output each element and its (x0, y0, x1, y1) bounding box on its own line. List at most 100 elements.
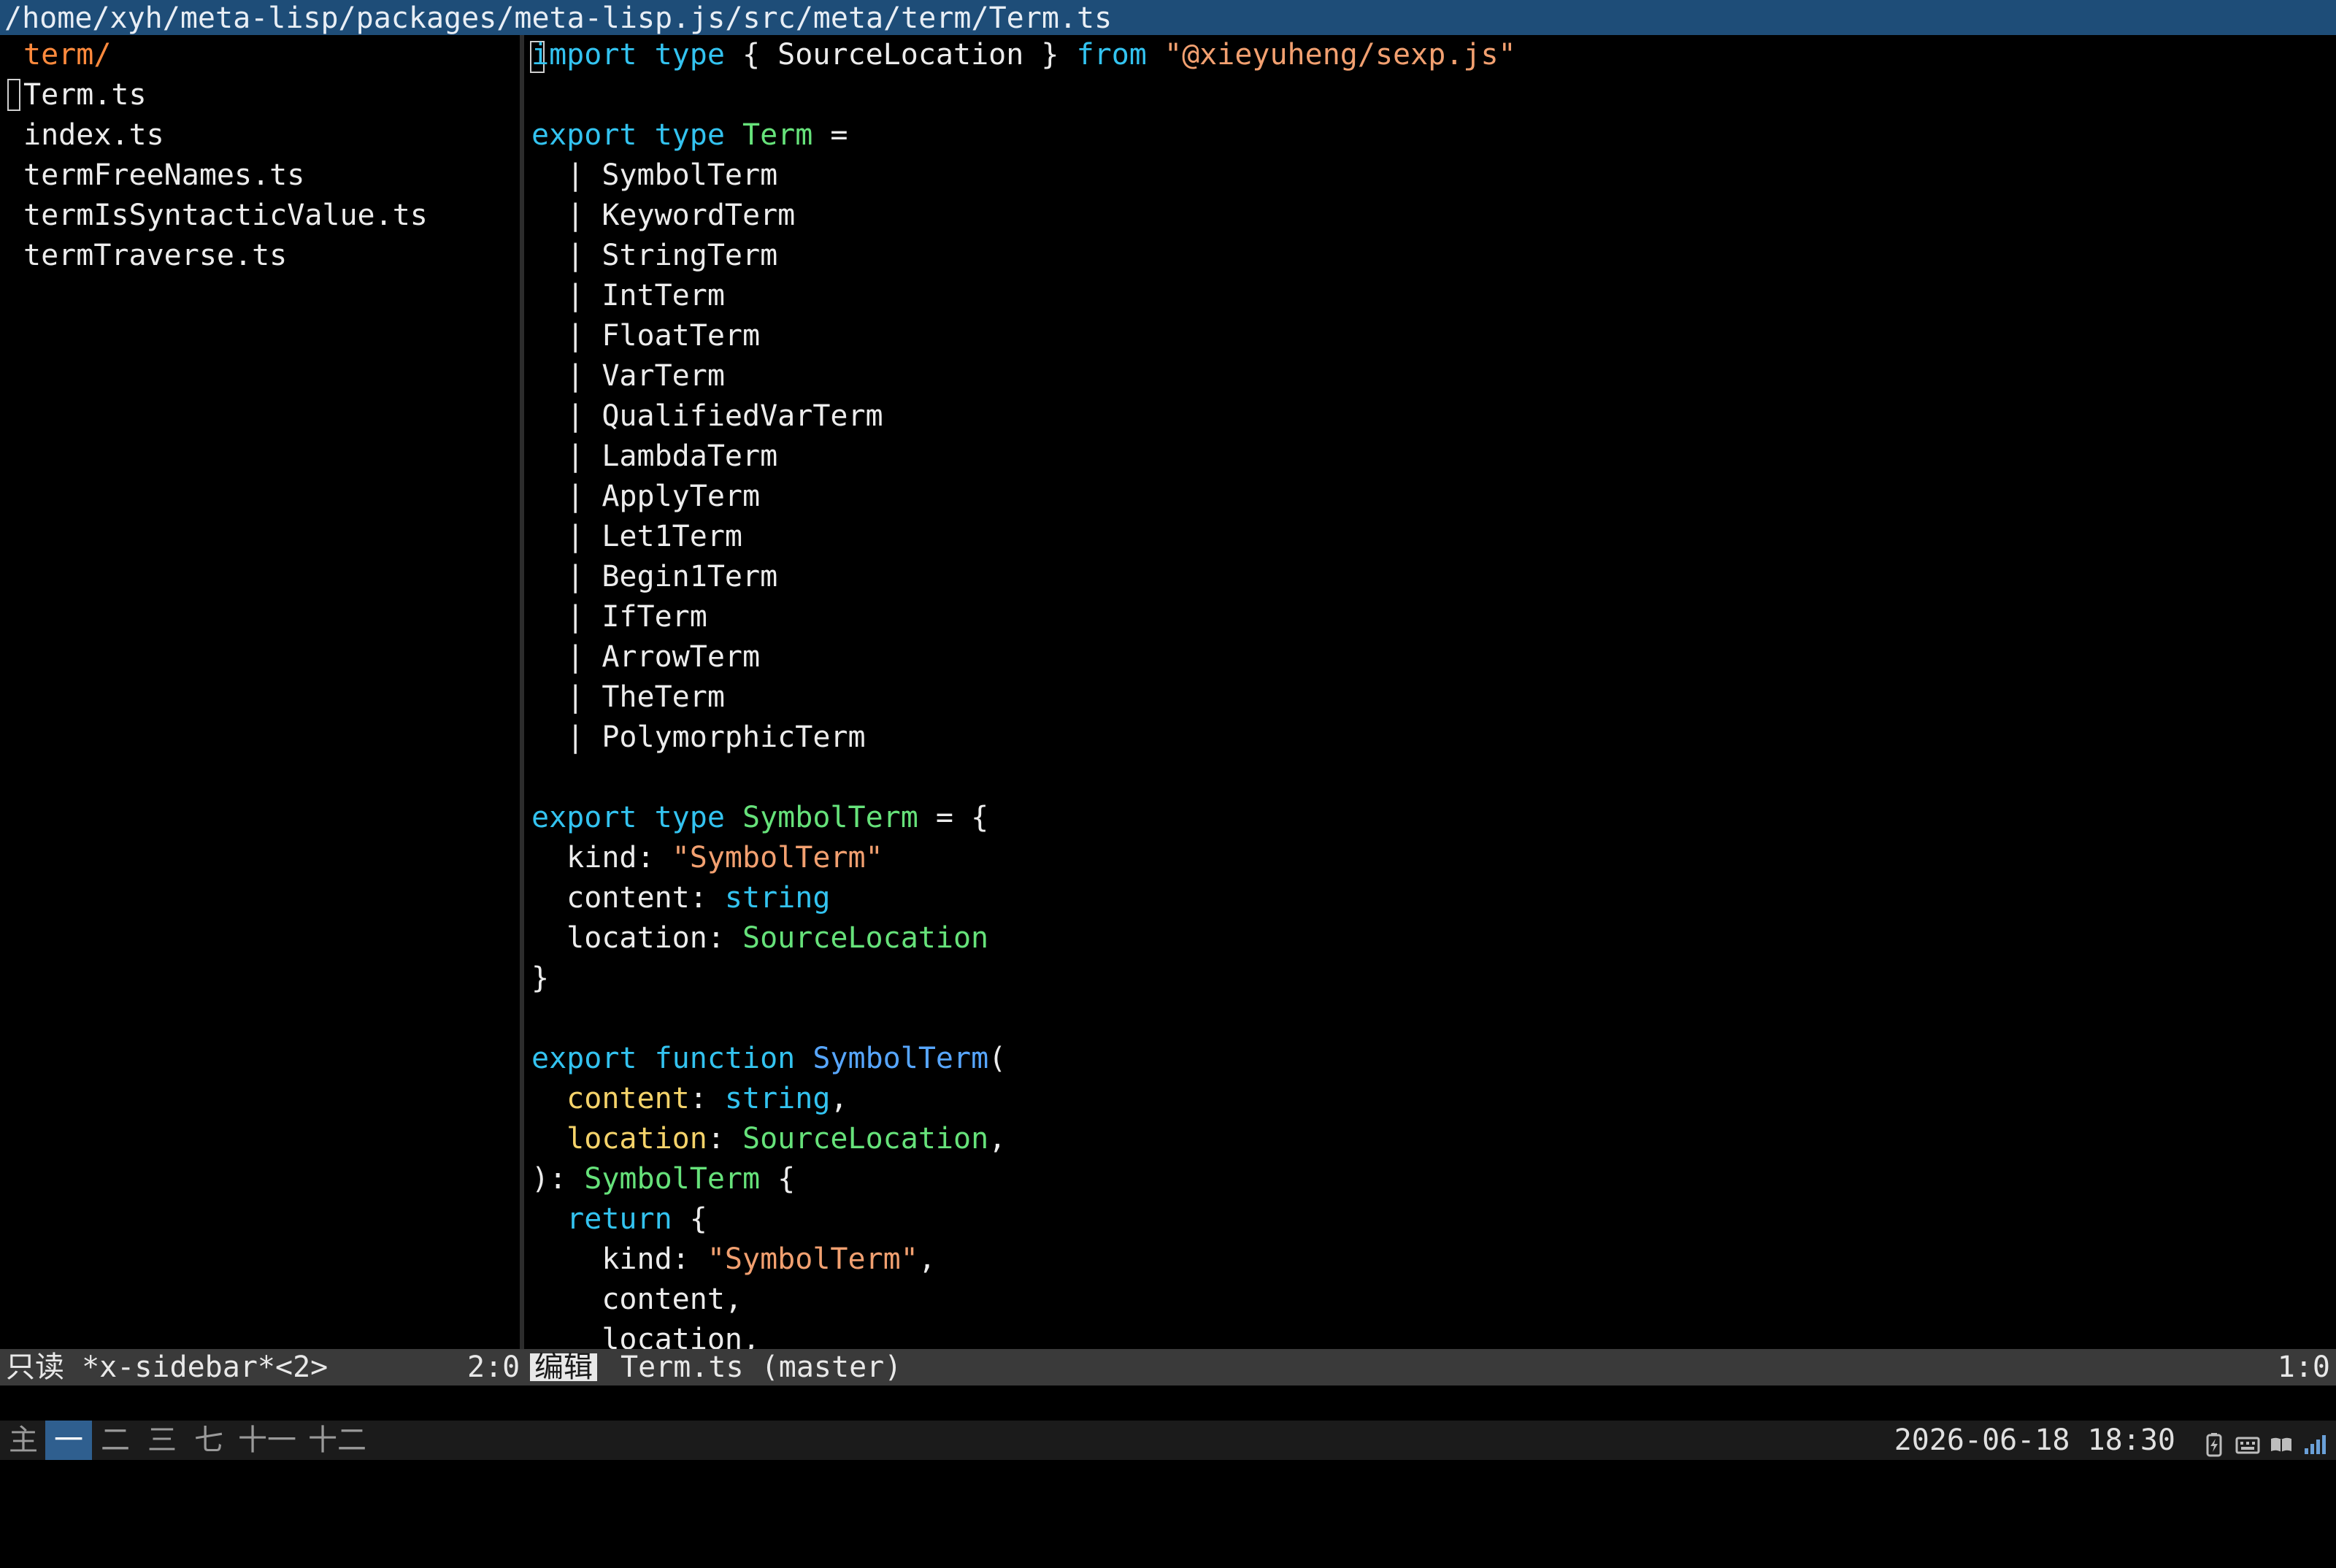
keyboard-icon[interactable] (2235, 1428, 2260, 1454)
code-line[interactable]: | StringTerm (531, 236, 777, 276)
code-line[interactable]: export type SymbolTerm = { (531, 798, 988, 838)
code-line[interactable]: location: SourceLocation (531, 918, 988, 958)
code-line[interactable]: | TheTerm (531, 677, 725, 718)
code-token: = (812, 118, 848, 152)
edit-mode-badge: 编辑 (530, 1353, 597, 1382)
workspace-button[interactable]: 十一 (232, 1421, 302, 1460)
code-line[interactable]: kind: "SymbolTerm" (531, 838, 883, 878)
code-token: string (724, 1082, 831, 1115)
code-line[interactable]: | PolymorphicTerm (531, 718, 866, 758)
code-line[interactable]: | LambdaTerm (531, 437, 777, 477)
workspace-button[interactable]: 一 (45, 1421, 92, 1460)
code-token: SymbolTerm (584, 1162, 761, 1196)
code-line[interactable]: content, (531, 1280, 742, 1320)
code-token: SymbolTerm (812, 1042, 989, 1075)
code-token: { SourceLocation } (724, 38, 1077, 72)
code-token: | IfTerm (531, 600, 707, 634)
code-token: | QualifiedVarTerm (531, 399, 883, 433)
code-line[interactable]: | IfTerm (531, 597, 707, 637)
battery-charging-icon[interactable] (2202, 1428, 2226, 1457)
code-line[interactable]: | KeywordTerm (531, 196, 795, 236)
code-token: = { (918, 801, 989, 834)
workspace-button[interactable]: 十二 (302, 1421, 372, 1460)
sidebar-file-item[interactable]: termIsSyntacticValue.ts (23, 196, 428, 236)
workspace-button[interactable]: 主 (1, 1421, 45, 1460)
code-token: function (654, 1042, 796, 1075)
code-line[interactable]: | VarTerm (531, 356, 725, 396)
code-token: | ArrowTerm (531, 640, 761, 674)
code-line[interactable]: | FloatTerm (531, 316, 760, 356)
code-token: ): (531, 1162, 585, 1196)
code-line[interactable]: | SymbolTerm (531, 155, 777, 196)
code-token: content (566, 1082, 690, 1115)
book-icon[interactable] (2269, 1428, 2294, 1453)
workspace-button[interactable]: 三 (139, 1421, 185, 1460)
code-line[interactable]: | Begin1Term (531, 557, 777, 597)
code-line[interactable]: kind: "SymbolTerm", (531, 1240, 936, 1280)
code-token: | PolymorphicTerm (531, 720, 866, 754)
code-line[interactable]: return { (531, 1199, 707, 1240)
code-line[interactable]: content: string, (531, 1079, 848, 1119)
code-token: : (689, 1082, 725, 1115)
code-token: string (724, 881, 831, 915)
code-line[interactable]: } (531, 958, 549, 999)
code-line[interactable]: export type Term = (531, 115, 848, 155)
code-line[interactable]: | QualifiedVarTerm (531, 396, 883, 437)
sidebar-file-item[interactable]: termTraverse.ts (23, 236, 287, 276)
window-title-path: /home/xyh/meta-lisp/packages/meta-lisp.j… (0, 0, 2336, 35)
sidebar-directory[interactable]: term/ (23, 35, 111, 75)
signal-icon[interactable] (2302, 1428, 2327, 1454)
code-line[interactable]: | ApplyTerm (531, 477, 760, 517)
code-token: kind: (531, 841, 672, 875)
code-line[interactable]: location: SourceLocation, (531, 1119, 1006, 1159)
code-token: content: (531, 881, 725, 915)
code-token: "SymbolTerm" (707, 1242, 918, 1276)
code-line[interactable]: content: string (531, 878, 830, 918)
code-token: ( (988, 1042, 1007, 1075)
file-sidebar[interactable]: term/ Term.ts index.ts termFreeNames.ts … (0, 35, 518, 1349)
mode-line: 只读 *x-sidebar*<2> 2:0 编辑 Term.ts (master… (0, 1349, 2336, 1386)
code-token: , (988, 1122, 1007, 1156)
code-token: kind: (531, 1242, 707, 1276)
sidebar-file-item[interactable]: index.ts (23, 115, 164, 155)
code-token: location: (531, 921, 742, 955)
code-token: , (830, 1082, 848, 1115)
code-token: from (1076, 38, 1147, 72)
editor-cursor-position: 1:0 (2277, 1350, 2330, 1384)
buffer-name: Term.ts (master) (620, 1350, 902, 1384)
code-token: } (531, 961, 550, 995)
code-line[interactable]: ): SymbolTerm { (531, 1159, 795, 1199)
code-token: return (566, 1202, 672, 1236)
taskbar: 2026-06-18 18:30 主一二三七十一 十二 (0, 1421, 2336, 1460)
code-token: type (654, 118, 725, 152)
code-line[interactable]: location, (531, 1320, 760, 1349)
code-token: location, (531, 1323, 761, 1349)
sidebar-file-item[interactable]: termFreeNames.ts (23, 155, 304, 196)
code-token: { (672, 1202, 707, 1236)
code-line[interactable]: | Let1Term (531, 517, 742, 557)
sidebar-cursor (7, 79, 20, 111)
code-line[interactable]: import type { SourceLocation } from "@xi… (531, 35, 1516, 75)
sidebar-file-item[interactable]: Term.ts (23, 75, 147, 115)
code-editor[interactable]: import type { SourceLocation } from "@xi… (524, 35, 2336, 1349)
workspace-button[interactable]: 七 (185, 1421, 232, 1460)
code-line[interactable]: export function SymbolTerm( (531, 1039, 1006, 1079)
code-token: export (531, 118, 637, 152)
code-token: , (918, 1242, 936, 1276)
code-token: | KeywordTerm (531, 199, 796, 232)
code-token: export (531, 801, 637, 834)
code-line[interactable]: | IntTerm (531, 276, 725, 316)
code-line[interactable]: | ArrowTerm (531, 637, 760, 677)
code-token: Term (742, 118, 813, 152)
code-token: SourceLocation (742, 1122, 989, 1156)
workspace-button[interactable]: 二 (92, 1421, 139, 1460)
code-token: | Let1Term (531, 520, 742, 553)
code-token: SymbolTerm (742, 801, 918, 834)
